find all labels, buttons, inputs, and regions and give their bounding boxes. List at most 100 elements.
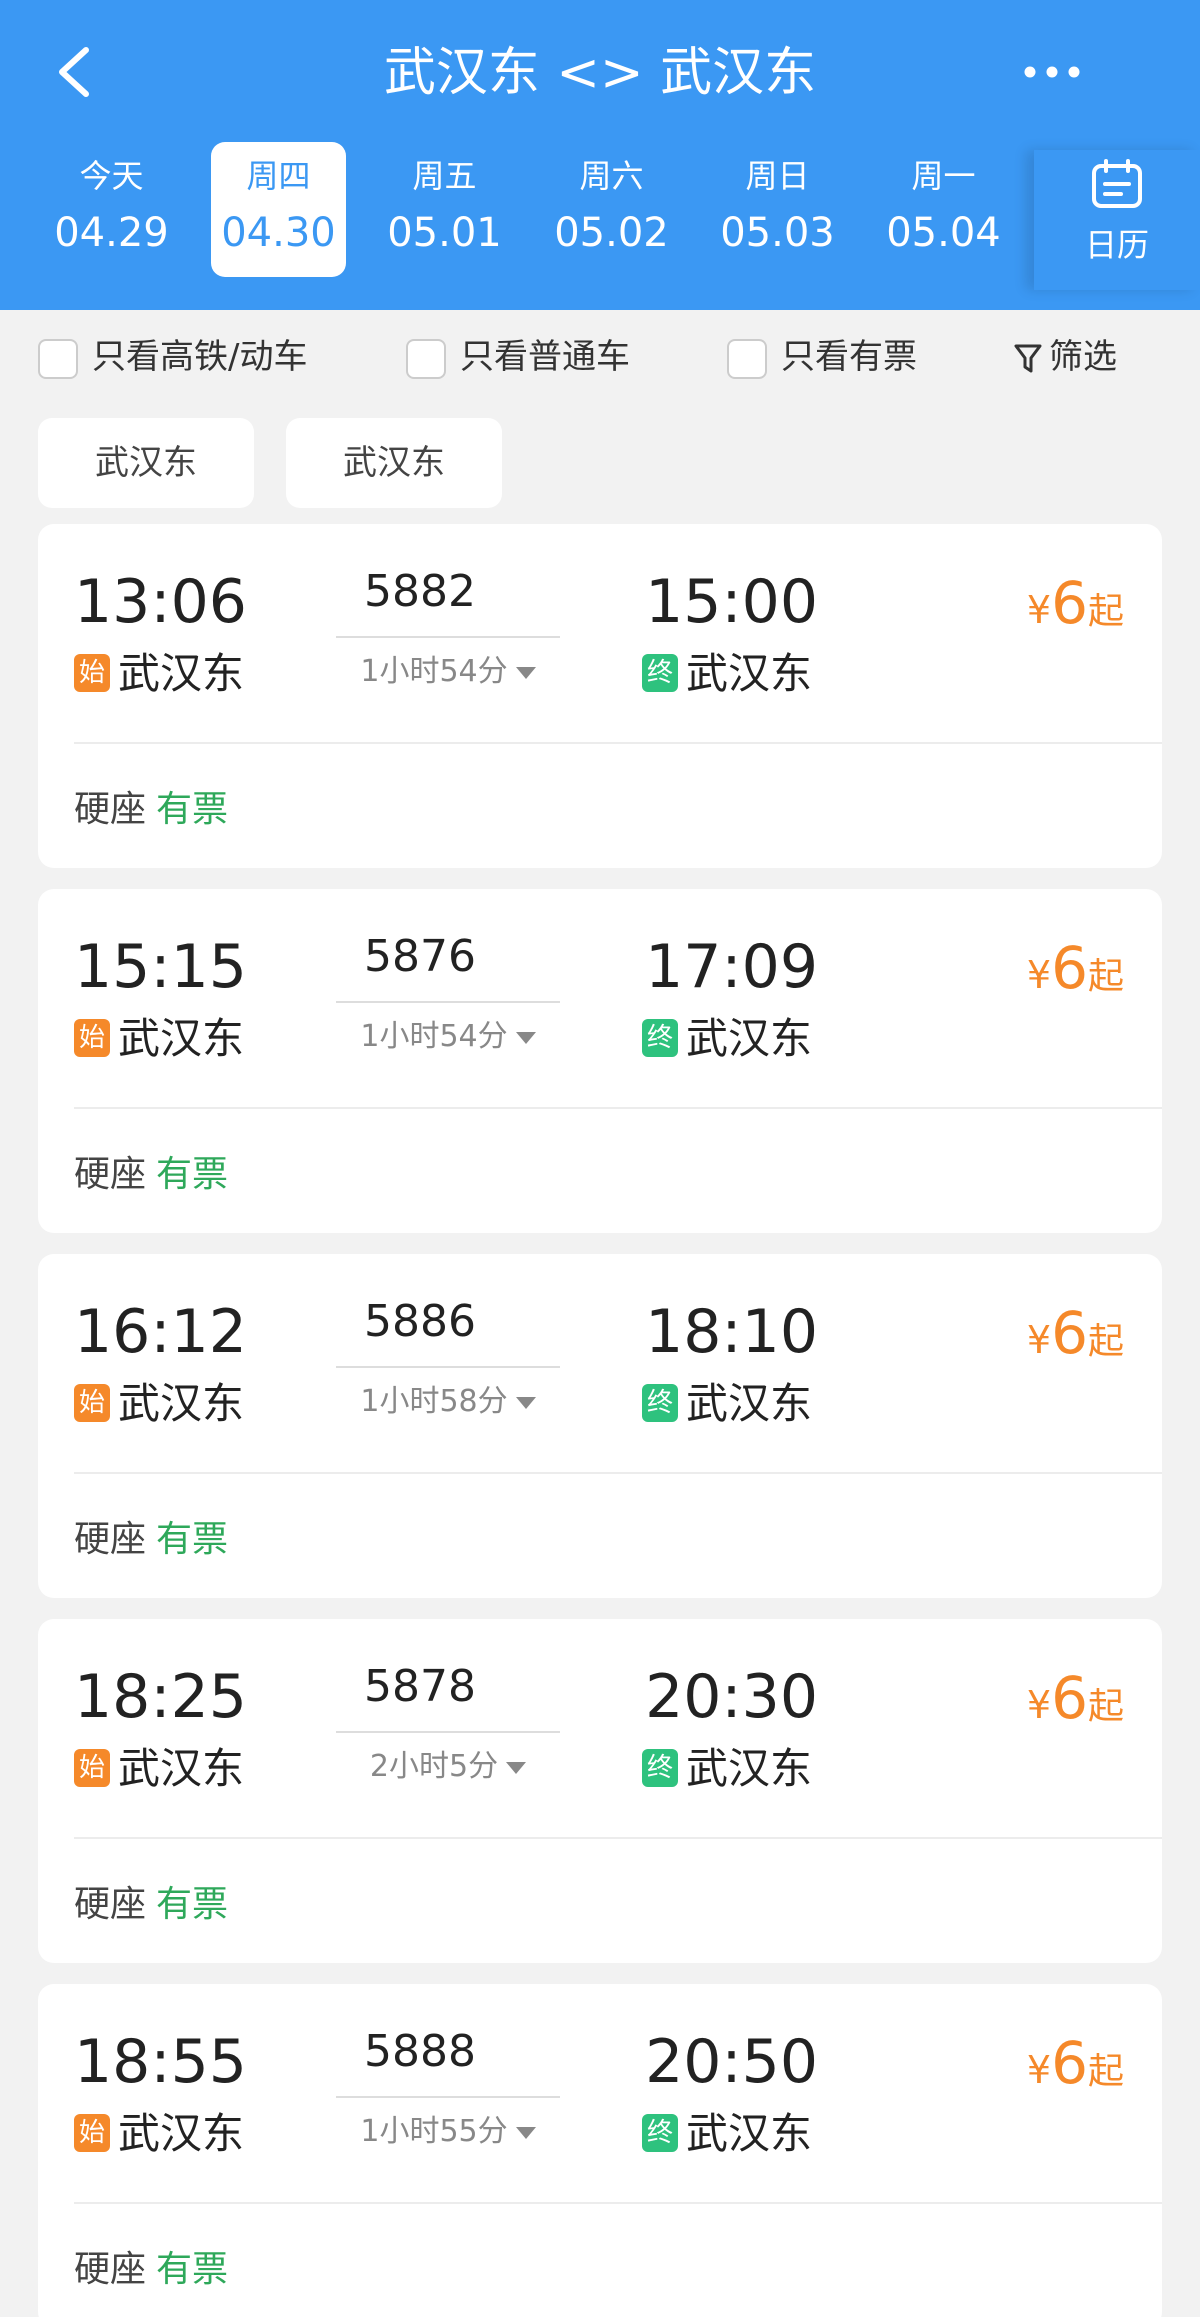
price-suffix: 起 (1087, 956, 1124, 997)
start-tag: 始 (74, 653, 110, 692)
currency-symbol: ¥ (1026, 588, 1052, 632)
seat-type: 硬座 (74, 2249, 147, 2290)
date-value: 05.03 (720, 210, 835, 256)
date-weekday: 周六 (579, 157, 644, 195)
more-dots-icon (1024, 66, 1080, 78)
filter-button-label: 筛选 (1049, 337, 1117, 377)
price: ¥6起 (1027, 2028, 1124, 2113)
currency-symbol: ¥ (1026, 1683, 1052, 1727)
arrival-station: 终武汉东 (642, 2106, 812, 2162)
date-value: 05.02 (554, 210, 669, 256)
route-line (336, 1731, 560, 1733)
date-tab-3[interactable]: 周六 05.02 (544, 142, 679, 277)
duration-toggle[interactable]: 1小时55分 (336, 2112, 560, 2152)
currency-symbol: ¥ (1026, 1318, 1052, 1362)
page-title: 武汉东 <> 武汉东 (383, 43, 817, 103)
arrival-station: 终武汉东 (642, 1376, 812, 1432)
train-number: 5878 (364, 1661, 476, 1712)
date-value: 04.30 (221, 210, 336, 256)
duration-toggle[interactable]: 1小时58分 (336, 1382, 560, 1422)
seat-availability: 有票 (156, 1154, 229, 1195)
station-name: 武汉东 (118, 1379, 245, 1428)
end-tag: 终 (642, 2113, 678, 2152)
station-name: 武汉东 (118, 1744, 245, 1793)
date-weekday: 周日 (745, 157, 810, 195)
to-station-chip[interactable]: 武汉东 (286, 418, 502, 508)
train-card[interactable]: 18:55 5888 1小时55分 20:50 始武汉东 终武汉东 ¥6起 硬座… (38, 1984, 1162, 2317)
filter-available-only[interactable]: 只看有票 (727, 334, 917, 380)
date-selector: 今天 04.29 周四 04.30 周五 05.01 周六 05.02 周日 0… (30, 142, 1030, 280)
date-weekday: 周五 (412, 157, 477, 195)
seat-type: 硬座 (74, 1884, 147, 1925)
filter-high-speed[interactable]: 只看高铁/动车 (38, 334, 307, 380)
date-tab-1-selected[interactable]: 周四 04.30 (211, 142, 346, 277)
date-value: 04.29 (54, 210, 169, 256)
checkbox[interactable] (406, 338, 446, 379)
price: ¥6起 (1027, 568, 1124, 653)
date-weekday: 周一 (911, 157, 976, 195)
filter-normal-train[interactable]: 只看普通车 (406, 334, 630, 380)
start-tag: 始 (74, 2113, 110, 2152)
departure-time: 13:06 (74, 567, 247, 637)
station-name: 武汉东 (118, 2109, 245, 2158)
date-tab-4[interactable]: 周日 05.03 (710, 142, 845, 277)
arrival-time: 17:09 (645, 932, 818, 1002)
price-suffix: 起 (1087, 2051, 1124, 2092)
train-number: 5886 (364, 1296, 476, 1347)
price: ¥6起 (1027, 1663, 1124, 1748)
divider (74, 1837, 1162, 1839)
seat-info: 硬座 有票 (74, 1151, 228, 1199)
price-value: 6 (1051, 1299, 1088, 1367)
calendar-button[interactable]: 日历 (1034, 150, 1200, 290)
arrival-time: 20:30 (645, 1662, 818, 1732)
seat-type: 硬座 (74, 1519, 147, 1560)
train-card[interactable]: 18:25 5878 2小时5分 20:30 始武汉东 终武汉东 ¥6起 硬座有… (38, 1619, 1162, 1963)
checkbox[interactable] (727, 338, 767, 379)
from-station-chip[interactable]: 武汉东 (38, 418, 254, 508)
filter-bar: 只看高铁/动车 只看普通车 只看有票 筛选 (0, 310, 1200, 402)
duration-toggle[interactable]: 1小时54分 (336, 652, 560, 692)
caret-down-icon (515, 1031, 536, 1044)
duration-toggle[interactable]: 2小时5分 (336, 1747, 560, 1787)
train-number: 5876 (364, 931, 476, 982)
divider (74, 742, 1162, 744)
departure-station: 始武汉东 (74, 1376, 244, 1432)
calendar-label: 日历 (1084, 226, 1149, 264)
filter-button[interactable]: 筛选 (1013, 334, 1117, 380)
filter-label: 只看普通车 (460, 337, 630, 377)
date-tab-5[interactable]: 周一 05.04 (876, 142, 1011, 277)
duration-text: 1小时54分 (360, 1019, 508, 1054)
station-name: 武汉东 (118, 649, 245, 698)
train-card[interactable]: 16:12 5886 1小时58分 18:10 始武汉东 终武汉东 ¥6起 硬座… (38, 1254, 1162, 1598)
date-tab-2[interactable]: 周五 05.01 (377, 142, 512, 277)
price: ¥6起 (1027, 1298, 1124, 1383)
departure-time: 16:12 (74, 1297, 247, 1367)
caret-down-icon (515, 666, 536, 679)
more-button[interactable] (1022, 52, 1082, 92)
currency-symbol: ¥ (1026, 2048, 1052, 2092)
station-name: 武汉东 (686, 1744, 813, 1793)
date-value: 05.04 (886, 210, 1001, 256)
seat-info: 硬座 有票 (74, 1881, 228, 1929)
end-tag: 终 (642, 653, 678, 692)
divider (74, 1107, 1162, 1109)
date-tab-0[interactable]: 今天 04.29 (44, 142, 179, 277)
arrival-time: 20:50 (645, 2027, 818, 2097)
price: ¥6起 (1027, 933, 1124, 1018)
price-value: 6 (1051, 1664, 1088, 1732)
price-suffix: 起 (1087, 1321, 1124, 1362)
arrival-station: 终武汉东 (642, 646, 812, 702)
train-number: 5882 (364, 566, 476, 617)
duration-toggle[interactable]: 1小时54分 (336, 1017, 560, 1057)
route-line (336, 1366, 560, 1368)
end-tag: 终 (642, 1748, 678, 1787)
arrival-time: 18:10 (645, 1297, 818, 1367)
station-name: 武汉东 (686, 1379, 813, 1428)
checkbox[interactable] (38, 338, 78, 379)
station-name: 武汉东 (686, 1014, 813, 1063)
seat-availability: 有票 (156, 789, 229, 830)
price-value: 6 (1051, 934, 1088, 1002)
duration-text: 1小时54分 (360, 654, 508, 689)
train-card[interactable]: 15:15 5876 1小时54分 17:09 始武汉东 终武汉东 ¥6起 硬座… (38, 889, 1162, 1233)
train-card[interactable]: 13:06 5882 1小时54分 15:00 始武汉东 终武汉东 ¥6起 硬座… (38, 524, 1162, 868)
